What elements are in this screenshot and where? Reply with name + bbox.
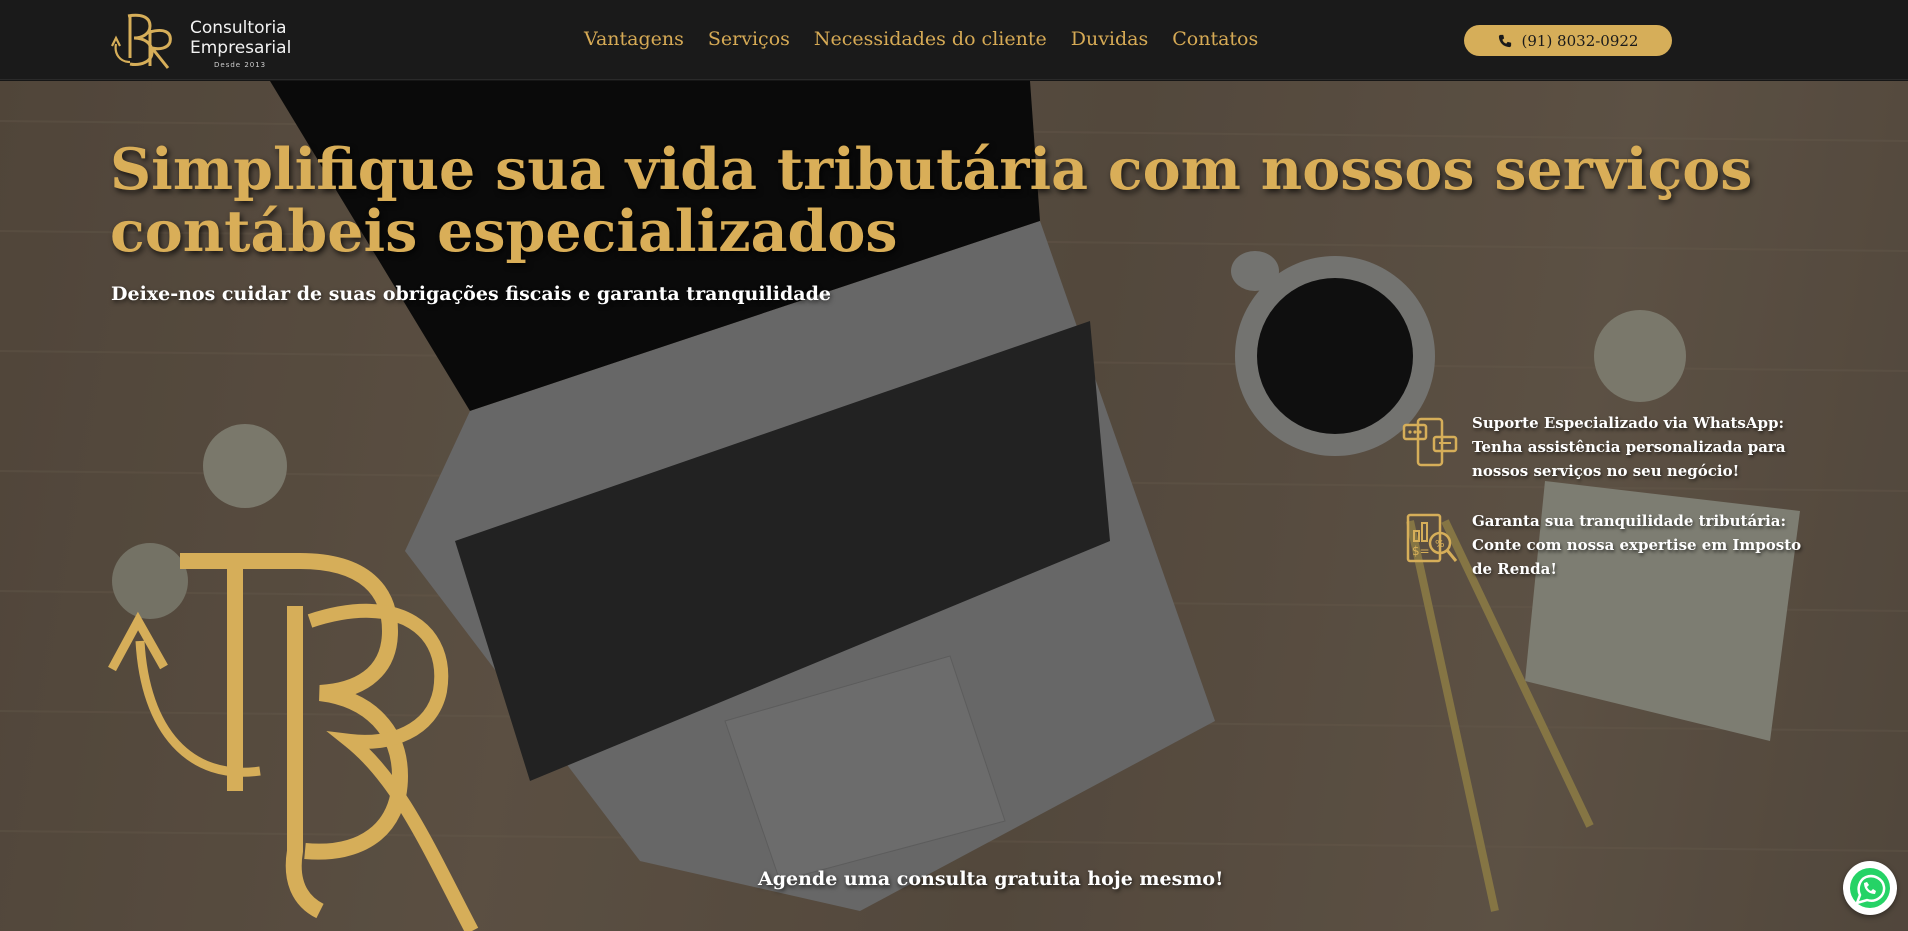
hero-subtitle: Deixe-nos cuidar de suas obrigações fisc… [111, 283, 831, 305]
nav-necessidades[interactable]: Necessidades do cliente [814, 24, 1047, 54]
brand-logo[interactable]: Consultoria Empresarial Desde 2013 [110, 10, 300, 72]
feature-text: Garanta sua tranquilidade tributária: Co… [1472, 512, 1802, 578]
nav-servicos[interactable]: Serviços [708, 24, 790, 54]
brand-name-line2: Empresarial [190, 38, 292, 58]
phone-icon [1498, 34, 1511, 47]
br-monogram-large-icon [108, 553, 479, 931]
brand-since: Desde 2013 [214, 61, 267, 69]
chat-phone-icon [1402, 417, 1458, 467]
navbar: Consultoria Empresarial Desde 2013 Vanta… [0, 0, 1908, 80]
phone-button[interactable]: (91) 8032-0922 [1464, 25, 1672, 56]
svg-text:%: % [1435, 539, 1445, 550]
tax-report-icon: $= % [1406, 513, 1458, 563]
phone-number: (91) 8032-0922 [1521, 31, 1639, 50]
main-nav: Vantagens Serviços Necessidades do clien… [584, 24, 1258, 54]
br-monogram-icon [111, 13, 172, 69]
hero-section: Simplifique sua vida tributária com noss… [0, 81, 1908, 931]
brand-name-line1: Consultoria [190, 18, 287, 38]
svg-text:$=: $= [1412, 544, 1430, 558]
nav-contatos[interactable]: Contatos [1172, 24, 1258, 54]
whatsapp-button[interactable] [1843, 861, 1897, 915]
whatsapp-icon [1850, 868, 1890, 908]
cta-text: Agende uma consulta gratuita hoje mesmo! [758, 868, 1224, 890]
feature-text: Suporte Especializado via WhatsApp: Tenh… [1472, 414, 1786, 480]
nav-vantagens[interactable]: Vantagens [584, 24, 684, 54]
hero-title: Simplifique sua vida tributária com noss… [110, 136, 1753, 265]
nav-duvidas[interactable]: Duvidas [1071, 24, 1149, 54]
